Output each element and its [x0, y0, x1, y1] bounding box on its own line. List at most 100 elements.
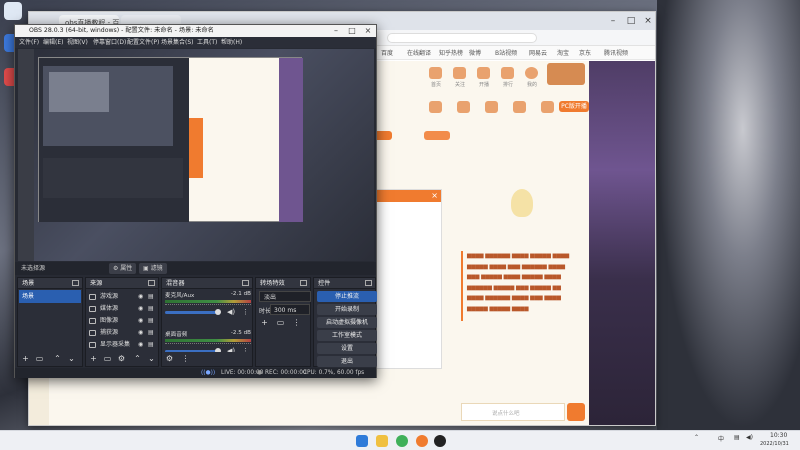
clock-time[interactable]: 10:30	[770, 432, 787, 439]
maximize-icon[interactable]: □	[344, 25, 360, 37]
bookmark-item[interactable]: 京东	[579, 48, 591, 57]
menu-docks[interactable]: 停靠窗口(D)	[93, 37, 126, 48]
volume-slider-knob[interactable]	[215, 309, 222, 315]
desktop-icon-recycle[interactable]	[4, 2, 22, 20]
move-up-button[interactable]: ⌃	[52, 354, 63, 364]
feature-icon[interactable]	[457, 101, 470, 113]
close-icon[interactable]: ×	[360, 25, 376, 37]
visibility-icon[interactable]: ◉	[138, 327, 143, 339]
visibility-icon[interactable]: ◉	[138, 291, 143, 303]
bookmark-item[interactable]: 微博	[469, 48, 481, 57]
lock-icon[interactable]: ▤	[148, 315, 154, 327]
bookmark-item[interactable]: 淘宝	[557, 48, 569, 57]
popout-icon[interactable]	[242, 280, 249, 286]
move-down-button[interactable]: ⌄	[146, 354, 157, 364]
app-icon-green[interactable]	[396, 435, 408, 447]
visibility-icon[interactable]: ◉	[138, 315, 143, 327]
menu-help[interactable]: 帮助(H)	[221, 37, 242, 48]
transition-menu-icon[interactable]: ⋮	[291, 318, 302, 328]
send-button[interactable]	[567, 403, 585, 421]
follow-icon[interactable]	[453, 67, 466, 79]
user-icon[interactable]	[525, 67, 538, 79]
remove-scene-button[interactable]: ▭	[34, 354, 45, 364]
close-icon[interactable]: ×	[431, 191, 438, 200]
tray-lang[interactable]: 中	[718, 434, 724, 443]
network-icon[interactable]: ▤	[734, 434, 740, 441]
lock-icon[interactable]: ▤	[148, 327, 154, 339]
url-input[interactable]	[387, 33, 537, 43]
settings-icon[interactable]: ⋮	[242, 308, 249, 316]
source-item[interactable]: 媒体源 ◉ ▤	[88, 303, 156, 315]
visibility-icon[interactable]: ◉	[138, 339, 143, 351]
feature-icon[interactable]	[429, 101, 442, 113]
exit-button[interactable]: 退出	[317, 356, 377, 367]
menu-view[interactable]: 视图(V)	[67, 37, 88, 48]
home-icon[interactable]	[429, 67, 442, 79]
tab-pill[interactable]	[424, 131, 450, 140]
minimize-icon[interactable]: –	[328, 25, 344, 37]
menu-scene-collection[interactable]: 场景集合(S)	[161, 37, 194, 48]
popout-icon[interactable]	[300, 280, 307, 286]
lock-icon[interactable]: ▤	[148, 291, 154, 303]
menu-file[interactable]: 文件(F)	[19, 37, 39, 48]
bookmark-item[interactable]: 百度	[381, 48, 393, 57]
bookmark-item[interactable]: 网易云	[529, 48, 547, 57]
properties-button[interactable]: ⚙ 属性	[109, 263, 137, 274]
virtual-camera-button[interactable]: 启动虚拟摄像机	[317, 317, 377, 328]
transition-select[interactable]: 淡出	[259, 291, 311, 302]
feature-icon[interactable]	[513, 101, 526, 113]
move-up-button[interactable]: ⌃	[132, 354, 143, 364]
file-explorer-icon[interactable]	[376, 435, 388, 447]
mixer-menu-icon[interactable]: ⋮	[180, 354, 191, 364]
rank-icon[interactable]	[501, 67, 514, 79]
source-item[interactable]: 显示器采集 ◉ ▤	[88, 339, 156, 351]
source-item[interactable]: 图像源 ◉ ▤	[88, 315, 156, 327]
lock-icon[interactable]: ▤	[148, 339, 154, 351]
bookmark-item[interactable]: B站视频	[495, 48, 517, 57]
tray-chevron-icon[interactable]: ⌃	[694, 434, 699, 441]
source-item[interactable]: 捕获源 ◉ ▤	[88, 327, 156, 339]
feature-icon[interactable]	[485, 101, 498, 113]
add-transition-button[interactable]: +	[259, 318, 270, 328]
bookmark-item[interactable]: 知乎热榜	[439, 48, 463, 57]
stop-streaming-button[interactable]: 停止推流	[317, 291, 377, 302]
menu-profile[interactable]: 配置文件(P)	[127, 37, 159, 48]
settings-button[interactable]: 设置	[317, 343, 377, 354]
remove-transition-button[interactable]: ▭	[275, 318, 286, 328]
bookmark-item[interactable]: 腾讯视频	[604, 48, 628, 57]
start-broadcast-button[interactable]: PC版开播	[559, 101, 589, 112]
start-recording-button[interactable]: 开始录制	[317, 304, 377, 315]
duration-input[interactable]: 300 ms	[270, 304, 310, 315]
source-item[interactable]: 游戏源 ◉ ▤	[88, 291, 156, 303]
menu-edit[interactable]: 编辑(E)	[43, 37, 63, 48]
bookmark-item[interactable]: 在线翻译	[407, 48, 431, 57]
volume-slider[interactable]	[165, 311, 219, 314]
promo-banner[interactable]	[589, 61, 655, 425]
speaker-icon[interactable]: ◀)	[227, 308, 235, 316]
app-icon-orange[interactable]	[416, 435, 428, 447]
windows-start-icon[interactable]	[356, 435, 368, 447]
clock-date[interactable]: 2022/10/31	[760, 441, 789, 447]
add-source-button[interactable]: +	[88, 354, 99, 364]
obs-preview[interactable]	[18, 49, 374, 261]
menu-tools[interactable]: 工具(T)	[197, 37, 217, 48]
remove-source-button[interactable]: ▭	[102, 354, 113, 364]
maximize-icon[interactable]: □	[622, 12, 640, 30]
volume-icon[interactable]: ◀)	[746, 434, 753, 441]
popout-icon[interactable]	[365, 280, 372, 286]
move-down-button[interactable]: ⌄	[66, 354, 77, 364]
broadcast-icon[interactable]	[477, 67, 490, 79]
comment-input[interactable]: 说点什么吧	[461, 403, 565, 421]
advanced-audio-icon[interactable]: ⚙	[164, 354, 175, 364]
lock-icon[interactable]: ▤	[148, 303, 154, 315]
visibility-icon[interactable]: ◉	[138, 303, 143, 315]
studio-mode-button[interactable]: 工作室模式	[317, 330, 377, 341]
add-scene-button[interactable]: +	[20, 354, 31, 364]
feature-icon[interactable]	[541, 101, 554, 113]
close-icon[interactable]: ×	[639, 12, 657, 30]
source-properties-button[interactable]: ⚙	[116, 354, 127, 364]
minimize-icon[interactable]: –	[604, 12, 622, 30]
scene-list-item[interactable]: 场景	[19, 290, 81, 303]
obs-app-icon[interactable]	[434, 435, 446, 447]
filters-button[interactable]: ▣ 滤镜	[139, 263, 167, 274]
